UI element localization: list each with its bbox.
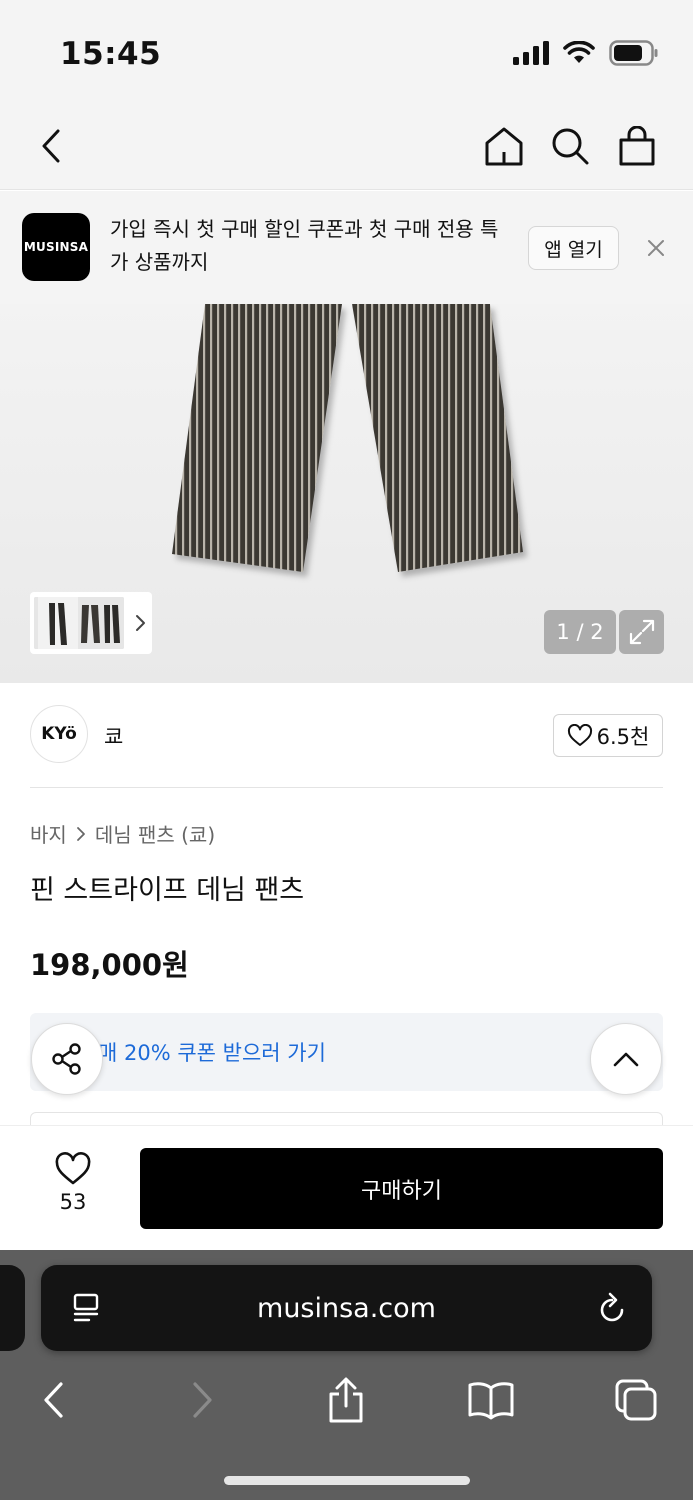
brand-logo[interactable]: KYö: [30, 705, 88, 763]
share-button[interactable]: [31, 1023, 103, 1095]
thumbnail[interactable]: [34, 597, 124, 649]
buy-button[interactable]: 구매하기: [140, 1148, 663, 1229]
status-icons: [513, 40, 659, 66]
signal-icon: [513, 41, 549, 65]
breadcrumb-subcategory[interactable]: 데님 팬츠 (쿄): [95, 819, 215, 848]
coupon-text: 매 20% 쿠폰 받으러 가기: [98, 1041, 326, 1065]
status-time: 15:45: [60, 36, 162, 72]
url-text[interactable]: musinsa.com: [41, 1265, 652, 1351]
cart-button[interactable]: [611, 120, 663, 172]
open-app-button[interactable]: 앱 열기: [528, 226, 619, 270]
brand-like-count: 6.5천: [596, 724, 650, 749]
book-icon: [468, 1382, 514, 1420]
product-title: 핀 스트라이프 데님 팬츠: [30, 875, 305, 906]
product-like-button[interactable]: 53: [40, 1152, 106, 1222]
wifi-icon: [563, 41, 595, 63]
heart-icon: [567, 723, 592, 746]
search-button[interactable]: [544, 120, 596, 172]
product-image-gallery[interactable]: 1 / 2: [0, 304, 693, 683]
chevron-left-icon: [44, 1382, 63, 1418]
browser-toolbar: [0, 1370, 693, 1430]
home-button[interactable]: [478, 120, 530, 172]
chevron-right-icon: [76, 826, 85, 841]
expand-image-button[interactable]: [619, 610, 664, 654]
product-like-count: 53: [59, 1190, 87, 1214]
chevron-left-icon: [42, 129, 60, 163]
brand-like-button[interactable]: 6.5천: [553, 714, 663, 757]
nav-bar: [0, 104, 693, 190]
breadcrumb-category[interactable]: 바지: [30, 819, 67, 848]
musinsa-logo: MUSINSA: [22, 213, 90, 281]
share-icon: [329, 1377, 363, 1423]
chevron-right-icon: [136, 615, 145, 631]
coupon-banner[interactable]: 매 20% 쿠폰 받으러 가기: [30, 1013, 663, 1091]
banner-close-button[interactable]: [640, 235, 672, 265]
previous-tab-edge[interactable]: [0, 1265, 25, 1351]
thumbnail-strip[interactable]: [30, 592, 152, 654]
battery-icon: [609, 40, 658, 66]
search-icon: [552, 128, 589, 165]
bookmarks-button[interactable]: [461, 1370, 521, 1430]
home-indicator: [224, 1476, 470, 1485]
breadcrumb: 바지 데님 팬츠 (쿄): [30, 819, 215, 848]
status-bar: 15:45: [0, 0, 693, 104]
browser-back-button[interactable]: [24, 1370, 84, 1430]
home-icon: [485, 127, 523, 166]
share-page-button[interactable]: [316, 1370, 376, 1430]
reload-icon[interactable]: [596, 1291, 628, 1325]
brand-name[interactable]: 쿄: [104, 721, 123, 751]
chevron-right-icon: [193, 1382, 212, 1418]
chevron-up-icon: [613, 1052, 639, 1067]
back-button[interactable]: [26, 120, 78, 172]
image-page-counter: 1 / 2: [544, 610, 616, 654]
close-icon: [648, 240, 664, 256]
share-icon: [52, 1043, 81, 1075]
app-install-banner: MUSINSA 가입 즉시 첫 구매 할인 쿠폰과 첫 구매 전용 특가 상품까…: [0, 191, 693, 304]
address-bar[interactable]: musinsa.com: [41, 1265, 652, 1351]
purchase-bar: 53 구매하기: [0, 1125, 693, 1250]
product-price: 198,000원: [30, 948, 189, 982]
browser-forward-button[interactable]: [172, 1370, 232, 1430]
heart-icon: [55, 1152, 91, 1185]
browser-chrome: musinsa.com: [0, 1250, 693, 1500]
thumbnail-photo: [34, 597, 124, 649]
tabs-icon: [615, 1379, 657, 1421]
brand-row[interactable]: KYö 쿄 6.5천: [30, 683, 663, 788]
shopping-bag-icon: [619, 126, 655, 166]
scroll-top-button[interactable]: [590, 1023, 662, 1095]
reader-mode-icon[interactable]: [71, 1292, 103, 1324]
expand-icon: [629, 619, 654, 645]
banner-message: 가입 즉시 첫 구매 할인 쿠폰과 첫 구매 전용 특가 상품까지: [110, 217, 499, 274]
tabs-button[interactable]: [606, 1370, 666, 1430]
